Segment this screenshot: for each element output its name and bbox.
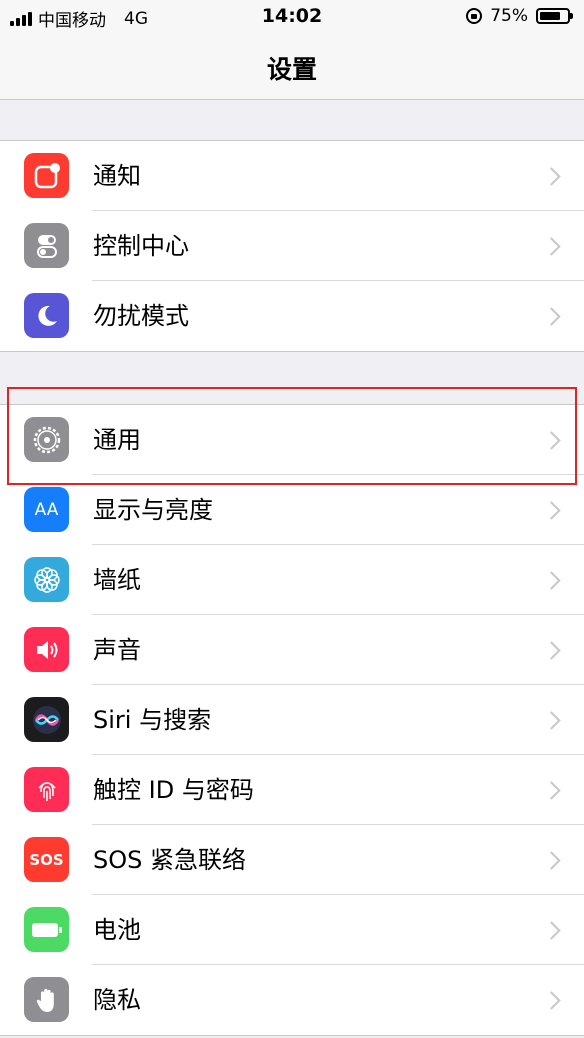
row-label: 触控 ID 与密码 (93, 776, 254, 804)
settings-row-touch-id[interactable]: 触控 ID 与密码 (0, 755, 584, 825)
battery-level-icon (536, 8, 573, 24)
chevron-right-icon (542, 851, 561, 870)
settings-row-wallpaper[interactable]: 墙纸 (0, 545, 584, 615)
control-center-icon (24, 223, 69, 268)
chevron-right-icon (542, 921, 561, 940)
row-label: SOS 紧急联络 (93, 846, 246, 874)
siri-icon (24, 697, 69, 742)
row-label: 通用 (93, 426, 141, 454)
chevron-right-icon (542, 781, 561, 800)
row-label: 勿扰模式 (93, 302, 189, 330)
row-label: 隐私 (93, 986, 141, 1014)
moon-icon (24, 293, 69, 338)
chevron-right-icon (542, 307, 561, 326)
chevron-right-icon (542, 571, 561, 590)
battery-percent: 75% (490, 6, 528, 26)
navigation-bar: 设置 (0, 34, 584, 100)
settings-row-sos[interactable]: SOS SOS 紧急联络 (0, 825, 584, 895)
notifications-icon (24, 153, 69, 198)
row-label: 显示与亮度 (93, 496, 213, 524)
hand-icon (24, 977, 69, 1022)
chevron-right-icon (542, 991, 561, 1010)
chevron-right-icon (542, 431, 561, 450)
settings-row-control-center[interactable]: 控制中心 (0, 211, 584, 281)
page-title: 设置 (266, 55, 317, 84)
gear-icon (24, 417, 69, 462)
settings-row-battery[interactable]: 电池 (0, 895, 584, 965)
sos-icon: SOS (24, 837, 69, 882)
settings-row-notifications[interactable]: 通知 (0, 141, 584, 211)
display-icon-text: AA (34, 499, 59, 520)
row-label: 电池 (93, 916, 141, 944)
row-label: 控制中心 (93, 232, 189, 260)
settings-group-1: 通知 控制中心 勿扰模式 (0, 140, 584, 352)
row-label: 通知 (93, 162, 141, 190)
settings-group-2: 通用 AA 显示与亮度 墙纸 声音 Siri 与搜索 触控 ID 与密码 SOS… (0, 404, 584, 1036)
settings-row-sounds[interactable]: 声音 (0, 615, 584, 685)
speaker-icon (24, 627, 69, 672)
row-label: 声音 (93, 636, 141, 664)
display-icon: AA (24, 487, 69, 532)
status-right: 75% (466, 6, 573, 26)
orientation-lock-icon (466, 8, 483, 24)
chevron-right-icon (542, 641, 561, 660)
battery-icon (24, 907, 69, 952)
chevron-right-icon (542, 501, 561, 520)
chevron-right-icon (542, 237, 561, 256)
row-label: Siri 与搜索 (93, 706, 212, 734)
sos-icon-text: SOS (29, 850, 64, 869)
settings-row-display[interactable]: AA 显示与亮度 (0, 475, 584, 545)
chevron-right-icon (542, 167, 561, 186)
chevron-right-icon (542, 711, 561, 730)
wallpaper-icon (24, 557, 69, 602)
status-bar: 中国移动 4G 14:02 75% (0, 0, 584, 34)
settings-row-siri[interactable]: Siri 与搜索 (0, 685, 584, 755)
row-label: 墙纸 (93, 566, 141, 594)
settings-row-privacy[interactable]: 隐私 (0, 965, 584, 1035)
settings-row-general[interactable]: 通用 (0, 405, 584, 475)
fingerprint-icon (24, 767, 69, 812)
settings-row-do-not-disturb[interactable]: 勿扰模式 (0, 281, 584, 351)
